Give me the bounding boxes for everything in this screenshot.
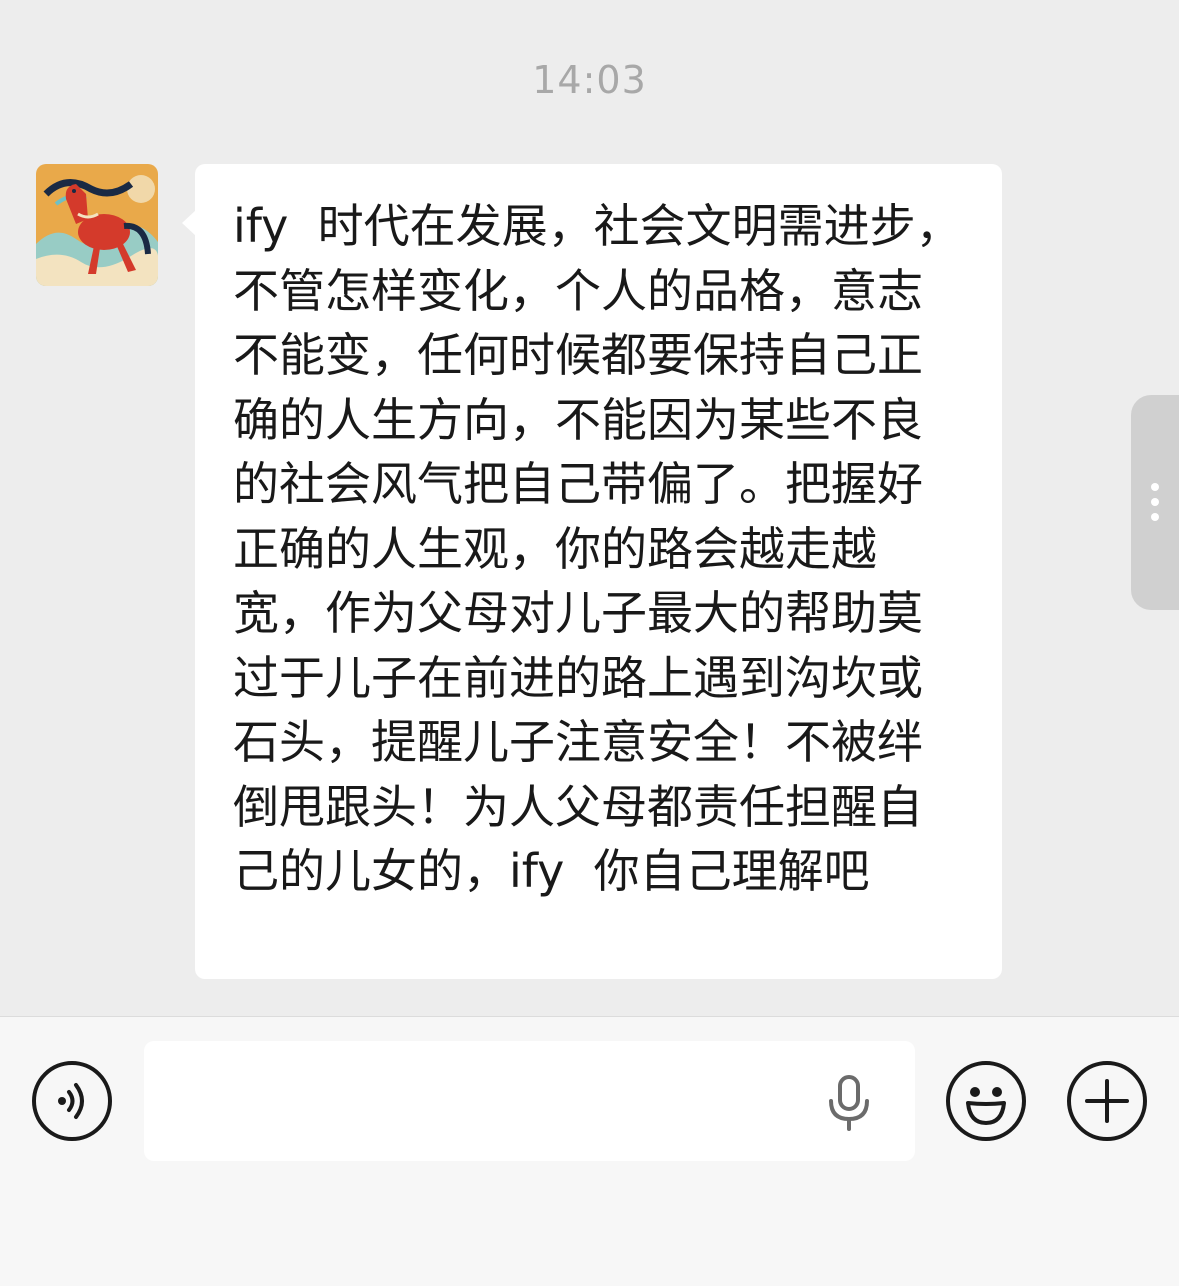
message-input[interactable] — [144, 1041, 915, 1161]
input-bar — [0, 1016, 1179, 1286]
more-button[interactable] — [1067, 1061, 1147, 1141]
avatar[interactable] — [36, 164, 158, 286]
plus-icon — [1085, 1079, 1129, 1123]
handle-dot — [1151, 513, 1159, 521]
mic-icon[interactable] — [826, 1075, 872, 1131]
emoji-button[interactable] — [946, 1061, 1026, 1141]
emoji-icon — [966, 1087, 1006, 1125]
voice-icon — [58, 1083, 84, 1119]
handle-dot — [1151, 498, 1159, 506]
side-handle[interactable] — [1131, 395, 1179, 610]
chat-area: 14:03 ify 时代在发展，社会文明需进步，不管怎样变化，个人的品格，意志不… — [0, 0, 1179, 1016]
horse-avatar-icon — [36, 164, 158, 286]
message-text: ify 时代在发展，社会文明需进步，不管怎样变化，个人的品格，意志不能变，任何时… — [233, 199, 962, 898]
bubble-tail — [182, 210, 196, 236]
message-bubble[interactable]: ify 时代在发展，社会文明需进步，不管怎样变化，个人的品格，意志不能变，任何时… — [195, 164, 1002, 979]
voice-toggle-button[interactable] — [32, 1061, 112, 1141]
handle-dot — [1151, 483, 1159, 491]
message-timestamp: 14:03 — [532, 58, 647, 102]
